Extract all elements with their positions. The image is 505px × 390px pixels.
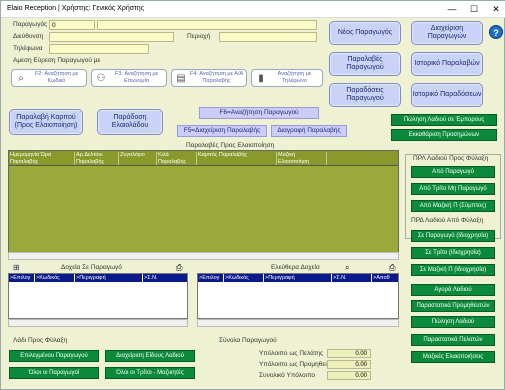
producer-receipts-button[interactable]: Παραλαβές Παραγωγού xyxy=(329,52,401,76)
tanks-icon: ⊞ xyxy=(13,263,20,272)
col-fruit: Καρπός Παραλαβής xyxy=(197,152,277,165)
col-receipt-no: Αρ.Δελτίου Παραλαβής xyxy=(75,152,119,165)
phone-label: Τηλέφωνα xyxy=(13,45,43,52)
customer-balance-label: Υπόλοιπο ως Πελάτης xyxy=(259,350,324,357)
search-icon: ⌕ xyxy=(18,73,24,84)
new-producer-button[interactable]: Νέος Παραγωγός xyxy=(329,21,401,45)
search-by-phone-button[interactable]: ▮ Αναζήτηση με Τηλέφωνο xyxy=(251,69,323,87)
phone-icon: ▮ xyxy=(258,73,264,84)
search-icon[interactable]: ⌕ xyxy=(345,263,349,273)
to-third-own-button[interactable]: Σε Τρίτο (Ιδιοχρησία) xyxy=(411,247,495,259)
main-window: Elaio Reception | Χρήστης: Γενικός Χρήστ… xyxy=(0,0,505,390)
delete-receipt-button[interactable]: Διαγραφή Παραλαβής xyxy=(271,125,347,137)
area-label: Περιοχή xyxy=(187,33,211,40)
all-third-button[interactable]: Όλοι οι Τρίτοι - Μαζικητές xyxy=(105,367,195,379)
deliver-oil-button[interactable]: Παράδοση Ελαιολάδου xyxy=(97,109,163,135)
col-kilos: Κιλά Παραλαβής xyxy=(157,152,197,165)
col-date: Ημερομηνία Ώρα Παραλαβής xyxy=(9,152,75,165)
quick-search-label: Αμεση Εύρεση Παραγωγού με xyxy=(13,57,101,64)
from-bulk-button[interactable]: Από Μαζική Π (Σύμπτος) xyxy=(411,200,495,212)
supplier-proof-button[interactable]: Παραστατικά Προμηθευτών xyxy=(411,300,495,312)
total-balance-value: 0.00 xyxy=(327,371,371,380)
receipts-grid[interactable]: Ημερομηνία Ώρα Παραλαβής Αρ.Δελτίου Παρα… xyxy=(8,150,399,258)
col-bulk: Μαζική Ελαιοποίηση xyxy=(277,152,327,165)
from-producer-button[interactable]: Από Παραγωγό xyxy=(411,166,495,178)
print-icon[interactable]: ⎙ xyxy=(176,263,182,273)
sell-oil-button[interactable]: Πώληση Λαδιού xyxy=(411,316,495,328)
free-tanks-scrollbar[interactable] xyxy=(197,319,399,327)
title-bar: Elaio Reception | Χρήστης: Γενικός Χρήστ… xyxy=(1,1,505,18)
buy-oil-button[interactable]: Αγορά Λαδιού xyxy=(411,284,495,296)
manage-oil-type-button[interactable]: Διαχείριση Είδους Λαδιού xyxy=(105,350,195,362)
producer-deliveries-button[interactable]: Παραδόσεις Παραγωγού xyxy=(329,83,401,107)
totals-title: Σύνολα Παραγωγού xyxy=(219,337,277,344)
producer-code-field[interactable]: 0 xyxy=(49,20,95,30)
selected-producer-button[interactable]: Επιλεγμένου Παραγωγού xyxy=(9,350,99,362)
col-scale: Ζυγολόγιο xyxy=(119,152,157,165)
receipts-grid-header: Ημερομηνία Ώρα Παραλαβής Αρ.Δελτίου Παρα… xyxy=(9,151,398,166)
free-tanks-grid[interactable]: >Επιλογ >Κωδικός >Περιγραφή >Σ.Ν. >Αποθ xyxy=(197,273,400,319)
receipts-grid-title: Παραλαβές Προς Ελαιοποίηση xyxy=(186,142,275,149)
area-field[interactable] xyxy=(219,32,317,42)
f6-search-button[interactable]: F6=Αναζήτηση Παραγωγού xyxy=(199,107,319,119)
tanks-scrollbar[interactable] xyxy=(8,319,188,327)
minimize-button[interactable]: — xyxy=(445,3,459,15)
producer-code-label: Παραγωγός xyxy=(13,21,48,28)
manage-producers-button[interactable]: Διαχείριση Παραγωγών xyxy=(411,21,483,45)
to-producer-own-button[interactable]: Σε Παραγωγό (Ιδιοχρησία) xyxy=(411,230,495,242)
phone-field[interactable] xyxy=(49,44,149,54)
producer-name-field[interactable] xyxy=(97,20,317,30)
total-balance-label: Συνολικό Υπόλοιπο xyxy=(259,372,316,379)
oil-storage-bottom-title: Λάδι Προς Φύλαξη xyxy=(13,337,68,344)
clear-advances-button[interactable]: Εκκαθάριση Προσημώνων xyxy=(391,129,497,141)
search-by-code-button[interactable]: ⌕ F2: Αναζήτηση με Κωδικό xyxy=(11,69,87,87)
people-search-icon: ⚇ xyxy=(96,73,106,84)
tanks-title: Δοχεία Σε Παραγωγό xyxy=(61,264,122,271)
maximize-button[interactable]: ☐ xyxy=(467,3,481,15)
address-field[interactable] xyxy=(49,32,174,42)
search-by-receipt-button[interactable]: ▤ F4: Αναζήτηση με Α/Α Παραλαβής xyxy=(171,69,247,87)
print-icon[interactable]: ⎙ xyxy=(389,263,395,273)
all-producers-button[interactable]: Όλοι οι Παραγωγοί xyxy=(9,367,99,379)
receipts-scrollbar[interactable] xyxy=(8,252,399,260)
oil-from-storage-title: ΠΡΔ Λαδιού Από Φύλαξη xyxy=(411,217,484,224)
oil-storage-title: ΠΡΛ Λαδιού Προς Φύλαξη xyxy=(413,155,489,162)
to-bulk-own-button[interactable]: Σε Μαζική Π (Ιδιοχρησία) xyxy=(411,264,495,276)
deliveries-history-button[interactable]: Ιστορικό Παραδόσεων xyxy=(411,83,483,107)
window-title: Elaio Reception | Χρήστης: Γενικός Χρήστ… xyxy=(7,5,145,12)
from-third-button[interactable]: Από Τρίτο Μη Παραγωγό xyxy=(411,183,495,195)
free-tanks-title: Ελεύθερα Δοχεία xyxy=(271,264,320,271)
receive-fruit-button[interactable]: Παραλαβή Καρπού (Προς Ελαιοποίηση) xyxy=(9,109,83,135)
customer-proof-button[interactable]: Παραστατικά Πελατών xyxy=(411,334,495,346)
customer-balance-value: 0.00 xyxy=(327,349,371,358)
receipts-history-button[interactable]: Ιστορικό Παραλαβών xyxy=(411,52,483,76)
bulk-processing-button[interactable]: Μαζικές Ελαιοποιήσεις xyxy=(411,351,495,363)
close-button[interactable]: ✕ xyxy=(489,3,503,15)
f5-manage-receipt-button[interactable]: F5=Διαχείριση Παραλαβής xyxy=(177,125,267,137)
document-icon: ▤ xyxy=(176,73,186,84)
sell-oil-merchants-button[interactable]: Πώληση Λαδιού σε Έμπορους xyxy=(391,114,497,126)
search-by-name-button[interactable]: ⚇ F3: Αναζήτηση με Επωνυμία xyxy=(91,69,167,87)
address-label: Διεύθυνση xyxy=(13,33,44,40)
supplier-balance-value: 0.00 xyxy=(327,360,371,369)
help-icon[interactable]: ? xyxy=(489,25,503,39)
tanks-grid[interactable]: >Επιλογ >Κωδικός >Περιγραφή >Σ.Ν. xyxy=(8,273,189,319)
